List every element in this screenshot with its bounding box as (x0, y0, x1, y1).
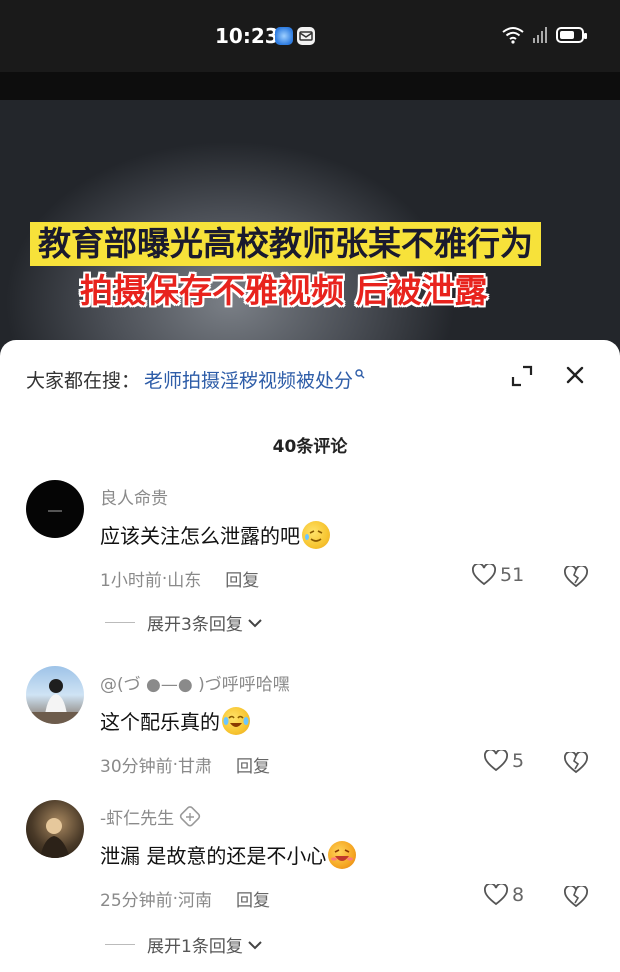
wifi-icon (502, 27, 524, 44)
comment-text: 泄漏 是故意的还是不小心 (100, 840, 357, 869)
chevron-down-icon (248, 618, 262, 627)
comment-sheet: 大家都在搜： 老师拍摄淫秽视频被处分 40条评论 良人命贵 应该关注怎么泄露的吧… (0, 340, 620, 972)
comment-text-content: 应该关注怎么泄露的吧 (100, 524, 300, 548)
reply-button[interactable]: 回复 (236, 886, 270, 911)
heart-icon (484, 750, 508, 772)
comment-meta: 1小时前 · 山东 回复 (100, 566, 259, 592)
like-count: 8 (512, 884, 525, 906)
comment-time: 1小时前 (100, 571, 162, 591)
video-headline-line1: 教育部曝光高校教师张某不雅行为 (30, 222, 541, 266)
comment-count: 40条评论 (272, 437, 348, 457)
badge-icon (179, 805, 201, 826)
heart-icon (484, 884, 508, 906)
search-query-link[interactable]: 老师拍摄淫秽视频被处分 (144, 366, 353, 393)
laughing-emoji-icon (328, 840, 357, 869)
mail-app-icon (297, 27, 315, 45)
comment-username[interactable]: -虾仁先生 (100, 804, 202, 829)
comment-username[interactable]: 良人命贵 (100, 484, 168, 509)
comment-meta: 25分钟前 · 河南 回复 (100, 886, 270, 912)
search-icon (355, 368, 365, 382)
status-right-group (502, 26, 587, 44)
comment-location: 甘肃 (178, 757, 213, 777)
close-icon[interactable] (562, 362, 588, 388)
comment-username-text: -虾仁先生 (100, 809, 175, 829)
comment-location: 河南 (178, 891, 213, 911)
avatar[interactable] (26, 666, 84, 724)
reply-button[interactable]: 回复 (236, 752, 270, 777)
crying-laughing-emoji-icon (222, 706, 250, 735)
like-count: 51 (500, 564, 525, 586)
expand-replies-button[interactable]: 展开1条回复 (105, 932, 263, 957)
status-bar: 10:23 (0, 0, 620, 72)
comment-username[interactable]: @(づ ●—● )づ呼呼哈嘿 (100, 670, 290, 695)
expand-replies-button[interactable]: 展开3条回复 (105, 610, 263, 635)
like-count: 5 (512, 750, 525, 772)
avatar[interactable] (26, 800, 84, 858)
battery-icon (556, 27, 587, 43)
comment-time: 25分钟前 (100, 891, 173, 911)
heart-icon (472, 564, 496, 586)
search-label: 大家都在搜： (26, 369, 141, 392)
comment-text: 应该关注怎么泄露的吧 (100, 520, 330, 549)
blue-app-icon (275, 27, 293, 45)
expand-icon[interactable] (510, 364, 534, 388)
status-time: 10:23 (215, 24, 279, 48)
video-top-band (0, 72, 620, 100)
crying-laughing-emoji-icon (302, 520, 330, 549)
like-button[interactable]: 5 (484, 750, 524, 772)
comment-text-content: 这个配乐真的 (100, 710, 220, 734)
reply-button[interactable]: 回复 (225, 566, 259, 591)
comment-text: 这个配乐真的 (100, 706, 250, 735)
video-player[interactable]: 教育部曝光高校教师张某不雅行为 拍摄保存不雅视频 后被泄露 (0, 72, 620, 372)
broken-heart-icon[interactable] (564, 566, 588, 588)
comment-time: 30分钟前 (100, 757, 173, 777)
comment-location: 山东 (167, 571, 202, 591)
comment-meta: 30分钟前 · 甘肃 回复 (100, 752, 270, 778)
expand-replies-label: 展开1条回复 (147, 937, 243, 957)
broken-heart-icon[interactable] (564, 886, 588, 908)
chevron-down-icon (248, 940, 262, 949)
expand-replies-label: 展开3条回复 (147, 615, 243, 635)
trending-search-row[interactable]: 大家都在搜： 老师拍摄淫秽视频被处分 (26, 364, 365, 394)
avatar[interactable] (26, 480, 84, 538)
like-button[interactable]: 51 (472, 564, 524, 586)
video-headline-line2: 拍摄保存不雅视频 后被泄露 (80, 271, 488, 310)
like-button[interactable]: 8 (484, 884, 524, 906)
signal-icon (533, 27, 547, 43)
comment-text-content: 泄漏 是故意的还是不小心 (100, 844, 327, 868)
broken-heart-icon[interactable] (564, 752, 588, 774)
